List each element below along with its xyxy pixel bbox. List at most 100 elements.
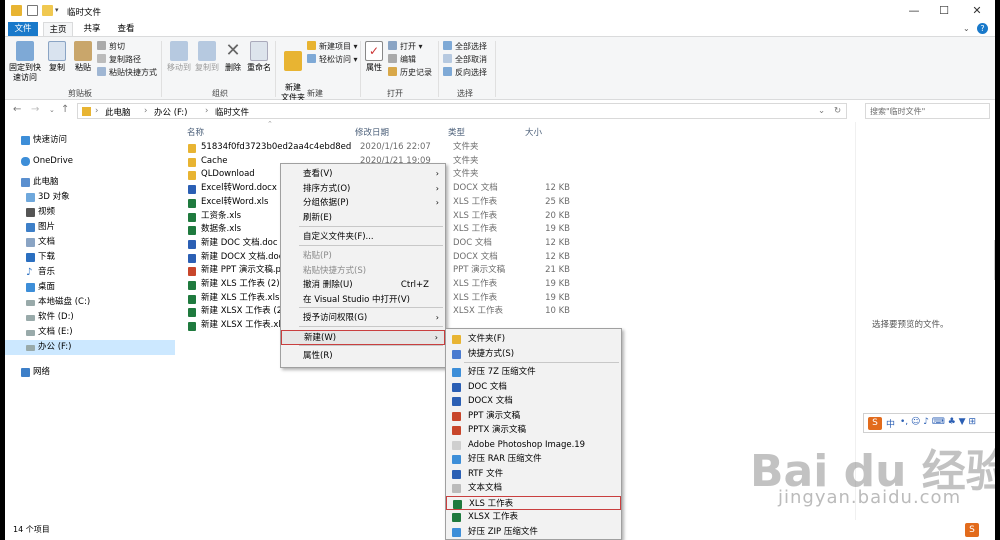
select-all-button[interactable]: 全部选择 [443,41,487,53]
move-to-button[interactable]: 移动到 [165,41,193,73]
invert-selection-button[interactable]: 反向选择 [443,67,487,79]
new-menu-item-text[interactable]: 文本文档 [446,481,621,496]
tab-file[interactable]: 文件 [8,22,38,36]
new-menu-item-zip-archive[interactable]: 好压 ZIP 压缩文件 [446,525,621,540]
context-menu-item-paste[interactable]: 粘贴(P) [281,249,445,264]
new-menu-item-rtf[interactable]: RTF 文件 [446,467,621,482]
context-menu-item-paste-shortcut[interactable]: 粘贴快捷方式(S) [281,264,445,279]
open-button[interactable]: 打开 ▾ [388,41,423,53]
ribbon-divider [360,41,361,97]
menu-separator [299,226,443,227]
nav-network[interactable]: 网络 [5,365,175,380]
properties-quick-icon[interactable] [27,5,38,16]
column-header-size[interactable]: 大小 [525,126,542,138]
nav-drive-f[interactable]: 办公 (F:) [5,340,175,355]
paste-button[interactable]: 粘贴 [71,41,95,73]
scrollbar-thumb[interactable] [994,240,995,280]
context-menu-item-open-in-visual-studio[interactable]: 在 Visual Studio 中打开(V) [281,293,445,308]
new-menu-item-docx[interactable]: DOCX 文档 [446,394,621,409]
tab-share[interactable]: 共享 [77,22,107,36]
new-menu-item-xlsx[interactable]: XLSX 工作表 [446,510,621,525]
context-menu-item-customize-folder[interactable]: 自定义文件夹(F)... [281,230,445,245]
nav-drive-c[interactable]: 本地磁盘 (C:) [5,295,175,310]
search-input[interactable]: 搜索"临时文件" [865,103,990,119]
breadcrumb-this-pc[interactable]: 此电脑 [105,106,131,118]
drive-icon [26,300,35,306]
column-header-date[interactable]: 修改日期 [355,126,389,138]
nav-downloads[interactable]: 下载 [5,250,175,265]
ribbon-collapse-icon[interactable]: ⌄ [963,24,970,33]
quick-access-dropdown-icon[interactable]: ▾ [55,5,66,16]
new-menu-item-shortcut[interactable]: 快捷方式(S) [446,347,621,362]
context-menu-item-undo-delete[interactable]: 撤消 删除(U) Ctrl+Z [281,278,445,293]
baidu-watermark-url: jingyan.baidu.com [778,487,962,508]
context-menu-item-give-access[interactable]: 授予访问权限(G) › [281,311,445,326]
properties-button[interactable]: ✓ 属性 [363,41,385,73]
new-menu-item-pptx[interactable]: PPTX 演示文稿 [446,423,621,438]
address-bar[interactable]: › 此电脑 › 办公 (F:) › 临时文件 ⌄ ↻ [77,103,847,119]
nav-drive-e[interactable]: 文档 (E:) [5,325,175,340]
nav-onedrive[interactable]: OneDrive [5,154,175,169]
menu-item-label: 快捷方式(S) [468,348,515,359]
new-menu-item-7z-archive[interactable]: 好压 7Z 压缩文件 [446,365,621,380]
nav-videos[interactable]: 视频 [5,205,175,220]
copy-to-button[interactable]: 复制到 [193,41,221,73]
forward-arrow-icon[interactable]: → [31,104,39,115]
breadcrumb-temp-folder[interactable]: 临时文件 [215,106,249,118]
maximize-icon[interactable]: ☐ [930,2,958,20]
menu-item-label: DOCX 文档 [468,396,513,406]
copy-button[interactable]: 复制 [45,41,69,73]
new-menu-item-ppt[interactable]: PPT 演示文稿 [446,409,621,424]
nav-documents[interactable]: 文档 [5,235,175,250]
column-header-type[interactable]: 类型 [448,126,465,138]
nav-desktop[interactable]: 桌面 [5,280,175,295]
sogou-logo-icon[interactable]: S [868,417,882,430]
refresh-icon[interactable]: ↻ [834,106,841,116]
history-button[interactable]: 历史记录 [388,67,432,79]
new-menu-item-rar-archive[interactable]: 好压 RAR 压缩文件 [446,452,621,467]
nav-pictures[interactable]: 图片 [5,220,175,235]
context-menu-item-new[interactable]: 新建(W) › [281,330,445,345]
nav-this-pc[interactable]: 此电脑 [5,175,175,190]
address-dropdown-icon[interactable]: ⌄ [818,106,825,116]
cut-button[interactable]: 剪切 [97,41,125,53]
new-folder-quick-icon[interactable] [42,5,53,16]
ime-tool-icons[interactable]: •, ☺ ♪ ⌨ ♣ ▼ ⊞ [900,417,976,427]
table-row[interactable]: 51834f0fd3723b0ed2aa4c4ebd8edf13 2020/1/1… [185,141,585,155]
column-header-name[interactable]: 名称 [187,126,204,138]
nav-drive-d[interactable]: 软件 (D:) [5,310,175,325]
easy-access-button[interactable]: 轻松访问 ▾ [307,54,358,66]
sogou-tray-icon[interactable]: S [965,523,979,537]
select-none-button[interactable]: 全部取消 [443,54,487,66]
nav-quick-access[interactable]: 快速访问 [5,133,175,148]
edit-button[interactable]: 编辑 [388,54,416,66]
new-menu-item-photoshop-image[interactable]: Adobe Photoshop Image.19 [446,438,621,453]
tab-home[interactable]: 主页 [43,22,73,36]
help-icon[interactable]: ? [977,23,988,34]
minimize-icon[interactable]: — [900,2,928,20]
copy-path-button[interactable]: 复制路径 [97,54,141,66]
delete-button[interactable]: ✕ 删除 [221,41,245,73]
rename-button[interactable]: 重命名 [245,41,273,73]
context-menu-item-group-by[interactable]: 分组依据(P) › [281,196,445,211]
tab-view[interactable]: 查看 [111,22,141,36]
context-menu-item-properties[interactable]: 属性(R) [281,349,445,364]
paste-shortcut-button[interactable]: 粘贴快捷方式 [97,67,157,79]
new-menu-item-folder[interactable]: 文件夹(F) [446,332,621,347]
breadcrumb-drive-f[interactable]: 办公 (F:) [154,106,187,118]
select-all-icon [443,41,452,50]
up-arrow-icon[interactable]: ↑ [61,104,69,115]
new-item-button[interactable]: 新建项目 ▾ [307,41,358,53]
context-menu-item-refresh[interactable]: 刷新(E) [281,211,445,226]
ime-lang-toggle[interactable]: 中 [886,417,895,430]
recent-dropdown-icon[interactable]: ⌄ [49,106,55,114]
pin-quick-access-button[interactable]: 固定到快速访问 [7,41,43,83]
new-menu-item-doc[interactable]: DOC 文档 [446,380,621,395]
context-menu-item-view[interactable]: 查看(V) › [281,167,445,182]
new-menu-item-xls[interactable]: XLS 工作表 [446,495,621,510]
context-menu-item-sort-by[interactable]: 排序方式(O) › [281,182,445,197]
back-arrow-icon[interactable]: ← [13,104,21,115]
nav-music[interactable]: ♪ 音乐 [5,265,175,280]
nav-3d-objects[interactable]: 3D 对象 [5,190,175,205]
close-icon[interactable]: ✕ [963,2,991,20]
